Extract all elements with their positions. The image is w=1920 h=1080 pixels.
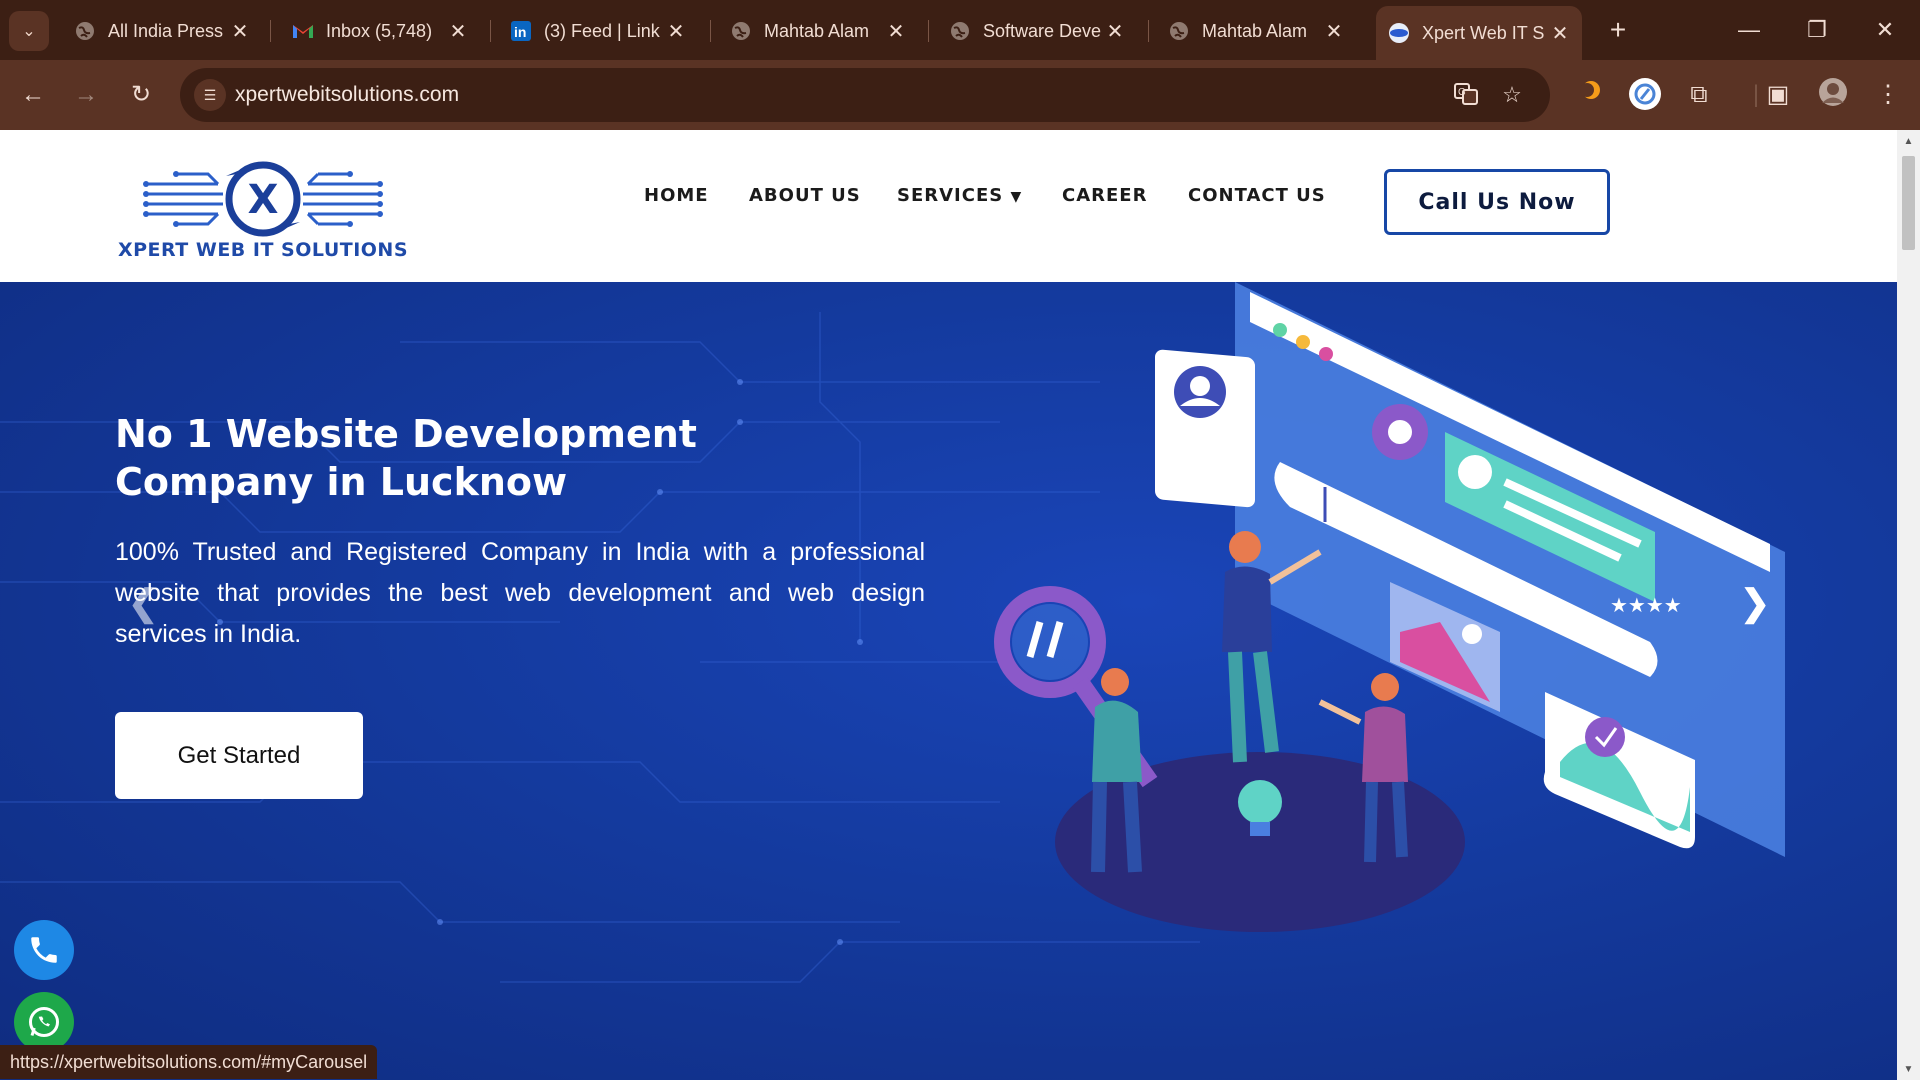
browser-tab[interactable]: in (3) Feed | Link ✕: [498, 8, 698, 54]
bookmark-star-icon[interactable]: ☆: [1498, 81, 1526, 109]
browser-tab[interactable]: Software Deve ✕: [937, 8, 1137, 54]
back-button[interactable]: ←: [15, 77, 51, 113]
close-tab-icon[interactable]: ✕: [1324, 19, 1344, 44]
extension-orange-icon[interactable]: [1573, 77, 1609, 113]
tab-separator: [928, 20, 929, 42]
browser-tab[interactable]: All India Press ✕: [62, 8, 262, 54]
svg-text:G: G: [1458, 87, 1466, 98]
browser-menu-icon[interactable]: ⋮: [1870, 77, 1906, 113]
globe-icon: [74, 20, 96, 42]
phone-icon: [31, 937, 57, 963]
close-tab-icon[interactable]: ✕: [666, 19, 686, 44]
hero-illustration: ★★★★: [994, 282, 1785, 932]
chevron-down-icon: ▼: [1010, 189, 1023, 205]
globe-icon: [949, 20, 971, 42]
whatsapp-icon: [29, 1007, 59, 1037]
chevron-left-icon[interactable]: ❮: [128, 582, 158, 624]
tab-separator: [1148, 20, 1149, 42]
tab-title: Inbox (5,748): [326, 20, 433, 41]
browser-tab-strip: ⌄ All India Press ✕ Inbox (5,748) ✕ in (…: [0, 0, 1920, 60]
whatsapp-button[interactable]: [14, 992, 74, 1052]
profile-avatar[interactable]: [1815, 77, 1851, 113]
tab-title: (3) Feed | Link: [544, 20, 660, 41]
close-tab-icon[interactable]: ✕: [886, 19, 906, 44]
tab-separator: [710, 20, 711, 42]
reload-button[interactable]: ↻: [123, 77, 159, 113]
page-scrollbar[interactable]: ▲ ▼: [1897, 130, 1920, 1080]
nav-career[interactable]: CAREER: [1062, 185, 1147, 206]
tab-title: Xpert Web IT S: [1422, 22, 1545, 43]
tab-title: Software Deve: [983, 20, 1102, 41]
hero-title: No 1 Website Development Company in Luck…: [115, 412, 697, 504]
tab-search-button[interactable]: ⌄: [9, 11, 49, 51]
scroll-down-icon[interactable]: ▼: [1901, 1064, 1916, 1075]
close-tab-icon[interactable]: ✕: [1105, 19, 1125, 44]
linkedin-icon: in: [510, 20, 532, 42]
tab-title: Mahtab Alam: [764, 20, 870, 41]
close-tab-icon[interactable]: ✕: [448, 19, 468, 44]
side-panel-icon[interactable]: ▣: [1760, 77, 1796, 113]
browser-tab-active[interactable]: Xpert Web IT S ✕: [1376, 6, 1582, 60]
logo-text: XPERT WEB IT SOLUTIONS: [117, 239, 409, 261]
close-tab-icon[interactable]: ✕: [1550, 21, 1570, 46]
browser-toolbar: ← → ↻ ☰ xpertwebitsolutions.com G ☆ ⧉ | …: [0, 60, 1920, 130]
nav-services[interactable]: SERVICES ▼: [897, 185, 1022, 206]
site-header: X XPERT WEB IT SOLUTIONS HOME ABOUT US S…: [0, 130, 1897, 282]
web-page: X XPERT WEB IT SOLUTIONS HOME ABOUT US S…: [0, 130, 1897, 1080]
scrollbar-thumb[interactable]: [1902, 156, 1915, 250]
svg-text:★★★★: ★★★★: [1610, 593, 1682, 617]
translate-icon[interactable]: G: [1452, 81, 1480, 109]
globe-icon: [1168, 20, 1190, 42]
hero-subtitle: 100% Trusted and Registered Company in I…: [115, 538, 925, 648]
nav-services-label: SERVICES: [897, 185, 1004, 206]
close-window-button[interactable]: ✕: [1862, 12, 1908, 48]
hero-carousel: No 1 Website Development Company in Luck…: [0, 282, 1897, 1080]
restore-button[interactable]: ❐: [1794, 12, 1840, 48]
globe-icon: [730, 20, 752, 42]
nav-contact-us[interactable]: CONTACT US: [1188, 185, 1326, 206]
logo-letter: X: [248, 177, 279, 223]
minimize-button[interactable]: —: [1726, 12, 1772, 48]
nav-home[interactable]: HOME: [644, 185, 709, 206]
svg-text:in: in: [514, 24, 526, 40]
browser-tab[interactable]: Mahtab Alam ✕: [1156, 8, 1356, 54]
status-bar-url: https://xpertwebitsolutions.com/#myCarou…: [0, 1045, 378, 1079]
close-tab-icon[interactable]: ✕: [230, 19, 250, 44]
site-logo[interactable]: X XPERT WEB IT SOLUTIONS: [108, 154, 418, 264]
extensions-puzzle-icon[interactable]: ⧉: [1681, 77, 1717, 113]
forward-button[interactable]: →: [68, 77, 104, 113]
browser-tab[interactable]: Inbox (5,748) ✕: [280, 8, 480, 54]
chevron-right-icon[interactable]: ❯: [1740, 582, 1770, 624]
tab-separator: [490, 20, 491, 42]
phone-call-button[interactable]: [14, 920, 74, 980]
site-info-icon[interactable]: ☰: [194, 79, 226, 111]
logo-circuit-icon: X: [143, 161, 383, 237]
nav-about-us[interactable]: ABOUT US: [749, 185, 861, 206]
browser-tab[interactable]: Mahtab Alam ✕: [718, 8, 918, 54]
get-started-button[interactable]: Get Started: [115, 712, 363, 799]
address-bar[interactable]: ☰ xpertwebitsolutions.com G ☆: [180, 68, 1550, 122]
gmail-icon: [292, 20, 314, 42]
address-url[interactable]: xpertwebitsolutions.com: [235, 83, 459, 107]
tab-title: All India Press: [108, 20, 224, 41]
call-us-now-button[interactable]: Call Us Now: [1384, 169, 1610, 235]
scroll-up-icon[interactable]: ▲: [1901, 136, 1916, 147]
tab-title: Mahtab Alam: [1202, 20, 1308, 41]
extension-circle-icon[interactable]: [1627, 77, 1663, 113]
tab-separator: [270, 20, 271, 42]
new-tab-button[interactable]: +: [1601, 14, 1635, 48]
site-favicon: [1388, 22, 1410, 44]
